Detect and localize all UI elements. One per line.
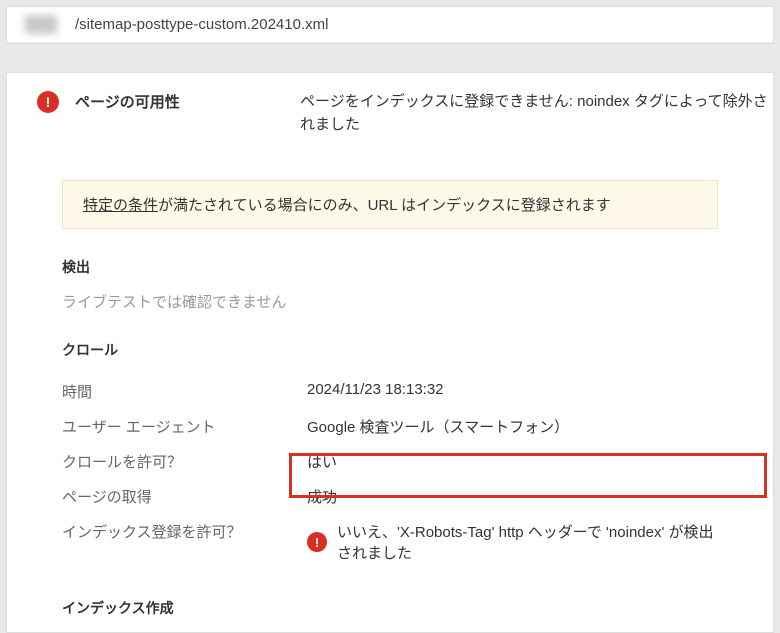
row-value-agent: Google 検査ツール（スマートフォン） <box>307 416 718 437</box>
availability-label: ページの可用性 <box>75 91 300 112</box>
section-indexing-title: インデックス作成 <box>62 598 718 618</box>
availability-value: ページをインデックスに登録できません: noindex タグによって除外されまし… <box>300 91 773 136</box>
banner-text: が満たされている場合にのみ、URL はインデックスに登録されます <box>158 197 611 214</box>
url-host-blurred: ███ <box>25 16 75 33</box>
row-value-index-allowed-text: いいえ、'X-Robots-Tag' http ヘッダーで 'noindex' … <box>337 521 718 563</box>
table-row: インデックス登録を許可？ ! いいえ、'X-Robots-Tag' http ヘ… <box>62 514 718 570</box>
content: 特定の条件が満たされている場合にのみ、URL はインデックスに登録されます 検出… <box>7 180 773 618</box>
error-icon: ! <box>307 532 327 552</box>
info-banner: 特定の条件が満たされている場合にのみ、URL はインデックスに登録されます <box>62 180 718 229</box>
row-label-crawl-allowed: クロールを許可？ <box>62 451 307 472</box>
row-label-fetch: ページの取得 <box>62 486 307 507</box>
row-value-index-allowed: ! いいえ、'X-Robots-Tag' http ヘッダーで 'noindex… <box>307 521 718 563</box>
url-bar: ███/sitemap-posttype-custom.202410.xml <box>7 7 773 43</box>
url-bar-container: ███/sitemap-posttype-custom.202410.xml <box>6 6 774 44</box>
table-row: 時間 2024/11/23 18:13:32 <box>62 374 718 409</box>
row-value-fetch: 成功 <box>307 486 718 507</box>
detection-note: ライブテストでは確認できません <box>62 291 718 312</box>
table-row: クロールを許可？ はい <box>62 444 718 479</box>
section-detection-title: 検出 <box>62 257 718 277</box>
row-label-agent: ユーザー エージェント <box>62 416 307 437</box>
table-row: ユーザー エージェント Google 検査ツール（スマートフォン） <box>62 409 718 444</box>
url-path: /sitemap-posttype-custom.202410.xml <box>75 16 328 33</box>
availability-row: ! ページの可用性 ページをインデックスに登録できません: noindex タグ… <box>7 73 773 154</box>
row-label-index-allowed: インデックス登録を許可？ <box>62 521 307 542</box>
error-icon: ! <box>37 91 59 113</box>
row-value-time: 2024/11/23 18:13:32 <box>307 381 718 398</box>
row-value-crawl-allowed: はい <box>307 451 718 472</box>
gap <box>0 50 780 72</box>
main-panel: ! ページの可用性 ページをインデックスに登録できません: noindex タグ… <box>6 72 774 633</box>
crawl-rows: 時間 2024/11/23 18:13:32 ユーザー エージェント Googl… <box>62 374 718 570</box>
row-label-time: 時間 <box>62 381 307 402</box>
table-row: ページの取得 成功 <box>62 479 718 514</box>
conditions-link[interactable]: 特定の条件 <box>83 197 158 214</box>
section-crawl-title: クロール <box>62 340 718 360</box>
